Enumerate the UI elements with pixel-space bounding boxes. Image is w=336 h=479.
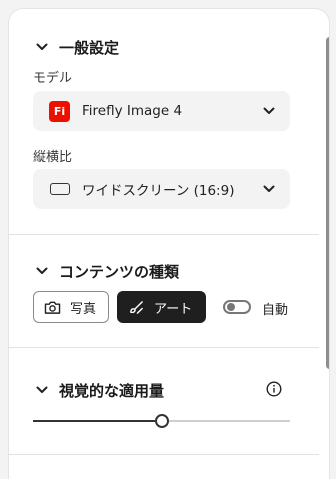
chevron-down-icon bbox=[36, 267, 48, 274]
chevron-down-icon bbox=[263, 107, 275, 114]
intensity-slider-track-filled[interactable] bbox=[33, 420, 155, 422]
photo-button-label: 写真 bbox=[70, 301, 97, 317]
auto-toggle-label: 自動 bbox=[262, 303, 289, 318]
general-settings-header[interactable]: 一般設定 bbox=[9, 35, 319, 59]
model-value: Firefly Image 4 bbox=[82, 103, 183, 119]
aspect-ratio-label: 縦横比 bbox=[33, 150, 73, 165]
visual-intensity-title: 視覚的な適用量 bbox=[59, 381, 165, 400]
info-icon[interactable] bbox=[266, 381, 282, 397]
scrollbar[interactable] bbox=[326, 37, 329, 369]
brush-icon bbox=[130, 300, 143, 314]
firefly-logo-icon: Fi bbox=[49, 100, 70, 122]
art-button[interactable]: アート bbox=[117, 291, 206, 323]
auto-toggle[interactable] bbox=[223, 300, 251, 314]
settings-panel: 一般設定 モデル Fi Firefly Image 4 縦横比 ワイドスクリーン… bbox=[9, 9, 329, 479]
aspect-ratio-value: ワイドスクリーン (16:9) bbox=[82, 183, 235, 199]
toggle-knob bbox=[227, 303, 235, 311]
section-divider bbox=[9, 347, 319, 348]
model-dropdown[interactable]: Fi Firefly Image 4 bbox=[33, 91, 290, 131]
content-type-title: コンテンツの種類 bbox=[59, 262, 180, 281]
intensity-slider-thumb[interactable] bbox=[154, 414, 169, 428]
chevron-down-icon bbox=[36, 43, 48, 50]
general-settings-title: 一般設定 bbox=[59, 38, 120, 57]
art-button-label: アート bbox=[154, 301, 193, 317]
chevron-down-icon bbox=[36, 386, 48, 393]
camera-icon bbox=[44, 301, 61, 314]
aspect-ratio-icon bbox=[50, 183, 70, 195]
chevron-down-icon bbox=[263, 185, 275, 192]
section-divider bbox=[9, 454, 319, 455]
intensity-slider-track[interactable] bbox=[168, 420, 290, 422]
photo-button[interactable]: 写真 bbox=[33, 291, 109, 323]
section-divider bbox=[9, 234, 319, 235]
model-label: モデル bbox=[33, 71, 73, 86]
content-type-header[interactable]: コンテンツの種類 bbox=[9, 259, 319, 283]
aspect-ratio-dropdown[interactable]: ワイドスクリーン (16:9) bbox=[33, 169, 290, 209]
